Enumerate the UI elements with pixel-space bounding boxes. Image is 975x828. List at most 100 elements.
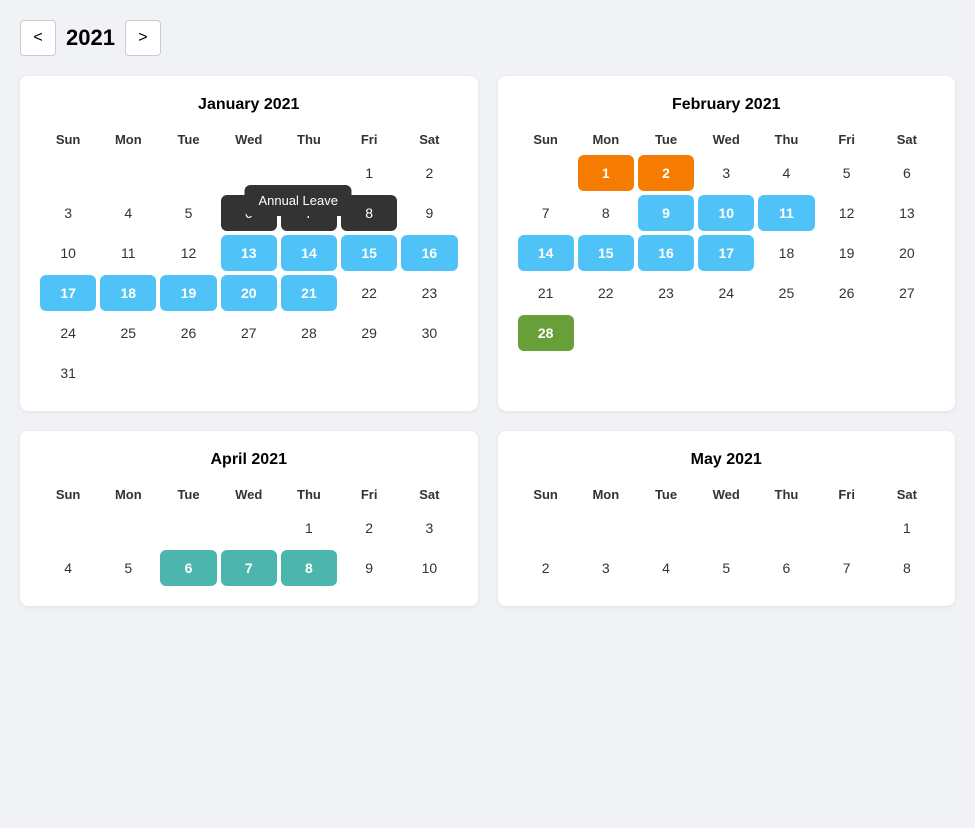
header-sat: Sat bbox=[879, 128, 935, 151]
cal-day-jan-3: 3 bbox=[40, 195, 96, 231]
cal-day-feb-2: 2 bbox=[638, 155, 694, 191]
cal-day-jan-19: 19 bbox=[160, 275, 216, 311]
cal-empty bbox=[638, 510, 694, 546]
calendar-jan: January 2021SunMonTueWedThuFriSat123456A… bbox=[20, 76, 478, 411]
cal-day-apr-3: 3 bbox=[401, 510, 457, 546]
cal-day-feb-17: 17 bbox=[698, 235, 754, 271]
cal-day-feb-12: 12 bbox=[819, 195, 875, 231]
header-fri: Fri bbox=[819, 483, 875, 506]
header-sat: Sat bbox=[879, 483, 935, 506]
calendar-may: May 2021SunMonTueWedThuFriSat12345678 bbox=[498, 431, 956, 606]
cal-day-jan-27: 27 bbox=[221, 315, 277, 351]
cal-empty bbox=[819, 315, 875, 351]
header-sat: Sat bbox=[401, 128, 457, 151]
cal-day-may-4: 4 bbox=[638, 550, 694, 586]
cal-empty bbox=[758, 510, 814, 546]
next-year-button[interactable]: > bbox=[125, 20, 161, 56]
cal-empty bbox=[879, 315, 935, 351]
cal-day-jan-15: 15 bbox=[341, 235, 397, 271]
cal-day-jan-25: 25 bbox=[100, 315, 156, 351]
calendar-apr: April 2021SunMonTueWedThuFriSat123456789… bbox=[20, 431, 478, 606]
cal-day-feb-26: 26 bbox=[819, 275, 875, 311]
cal-empty bbox=[40, 155, 96, 191]
cal-day-jan-18: 18 bbox=[100, 275, 156, 311]
cal-day-jan-21: 21 bbox=[281, 275, 337, 311]
cal-grid-feb: SunMonTueWedThuFriSat1234567891011121314… bbox=[518, 128, 936, 351]
cal-day-apr-7: 7 bbox=[221, 550, 277, 586]
cal-day-may-5: 5 bbox=[698, 550, 754, 586]
header-sun: Sun bbox=[518, 128, 574, 151]
cal-day-apr-4: 4 bbox=[40, 550, 96, 586]
cal-day-feb-28: 28 bbox=[518, 315, 574, 351]
cal-day-jan-8[interactable]: 8 bbox=[341, 195, 397, 231]
header-thu: Thu bbox=[758, 128, 814, 151]
cal-day-jan-26: 26 bbox=[160, 315, 216, 351]
cal-day-feb-16: 16 bbox=[638, 235, 694, 271]
cal-day-feb-1: 1 bbox=[578, 155, 634, 191]
header-wed: Wed bbox=[698, 128, 754, 151]
cal-day-jan-22: 22 bbox=[341, 275, 397, 311]
cal-day-jan-1: 1 bbox=[341, 155, 397, 191]
cal-day-jan-2: 2 bbox=[401, 155, 457, 191]
cal-empty bbox=[578, 315, 634, 351]
cal-day-feb-10: 10 bbox=[698, 195, 754, 231]
cal-day-may-6: 6 bbox=[758, 550, 814, 586]
cal-empty bbox=[518, 510, 574, 546]
header-mon: Mon bbox=[100, 483, 156, 506]
cal-day-may-3: 3 bbox=[578, 550, 634, 586]
cal-day-jan-10: 10 bbox=[40, 235, 96, 271]
cal-day-feb-4: 4 bbox=[758, 155, 814, 191]
cal-empty bbox=[221, 155, 277, 191]
header-thu: Thu bbox=[281, 483, 337, 506]
cal-empty bbox=[341, 355, 397, 391]
cal-day-jan-28: 28 bbox=[281, 315, 337, 351]
header-wed: Wed bbox=[698, 483, 754, 506]
cal-day-feb-22: 22 bbox=[578, 275, 634, 311]
cal-day-jan-6[interactable]: 6 bbox=[221, 195, 277, 231]
cal-empty bbox=[758, 315, 814, 351]
header-tue: Tue bbox=[638, 128, 694, 151]
cal-day-apr-1: 1 bbox=[281, 510, 337, 546]
cal-empty bbox=[160, 355, 216, 391]
cal-day-jan-23: 23 bbox=[401, 275, 457, 311]
cal-day-feb-14: 14 bbox=[518, 235, 574, 271]
cal-day-feb-13: 13 bbox=[879, 195, 935, 231]
cal-day-feb-23: 23 bbox=[638, 275, 694, 311]
calendar-title-apr: April 2021 bbox=[40, 451, 458, 469]
calendar-title-feb: February 2021 bbox=[518, 96, 936, 114]
year-navigation: < 2021 > bbox=[20, 20, 955, 56]
cal-empty bbox=[698, 315, 754, 351]
cal-day-feb-21: 21 bbox=[518, 275, 574, 311]
cal-empty bbox=[578, 510, 634, 546]
prev-year-button[interactable]: < bbox=[20, 20, 56, 56]
cal-day-jan-7[interactable]: Annual Leave7 bbox=[281, 195, 337, 231]
header-thu: Thu bbox=[758, 483, 814, 506]
calendar-title-jan: January 2021 bbox=[40, 96, 458, 114]
cal-grid-apr: SunMonTueWedThuFriSat12345678910 bbox=[40, 483, 458, 586]
cal-day-feb-18: 18 bbox=[758, 235, 814, 271]
cal-day-feb-7: 7 bbox=[518, 195, 574, 231]
header-tue: Tue bbox=[638, 483, 694, 506]
cal-day-may-2: 2 bbox=[518, 550, 574, 586]
cal-day-jan-9: 9 bbox=[401, 195, 457, 231]
cal-day-may-7: 7 bbox=[819, 550, 875, 586]
cal-day-feb-3: 3 bbox=[698, 155, 754, 191]
calendar-title-may: May 2021 bbox=[518, 451, 936, 469]
cal-day-jan-14[interactable]: 14 bbox=[281, 235, 337, 271]
cal-day-may-1: 1 bbox=[879, 510, 935, 546]
cal-empty bbox=[160, 155, 216, 191]
cal-day-apr-10: 10 bbox=[401, 550, 457, 586]
cal-day-jan-5: 5 bbox=[160, 195, 216, 231]
cal-empty bbox=[160, 510, 216, 546]
cal-day-jan-20: 20 bbox=[221, 275, 277, 311]
cal-empty bbox=[221, 510, 277, 546]
cal-day-feb-8: 8 bbox=[578, 195, 634, 231]
cal-day-feb-9: 9 bbox=[638, 195, 694, 231]
header-tue: Tue bbox=[160, 128, 216, 151]
cal-day-jan-11: 11 bbox=[100, 235, 156, 271]
cal-empty bbox=[698, 510, 754, 546]
cal-day-jan-13: 13 bbox=[221, 235, 277, 271]
cal-empty bbox=[281, 355, 337, 391]
cal-day-feb-27: 27 bbox=[879, 275, 935, 311]
header-fri: Fri bbox=[819, 128, 875, 151]
